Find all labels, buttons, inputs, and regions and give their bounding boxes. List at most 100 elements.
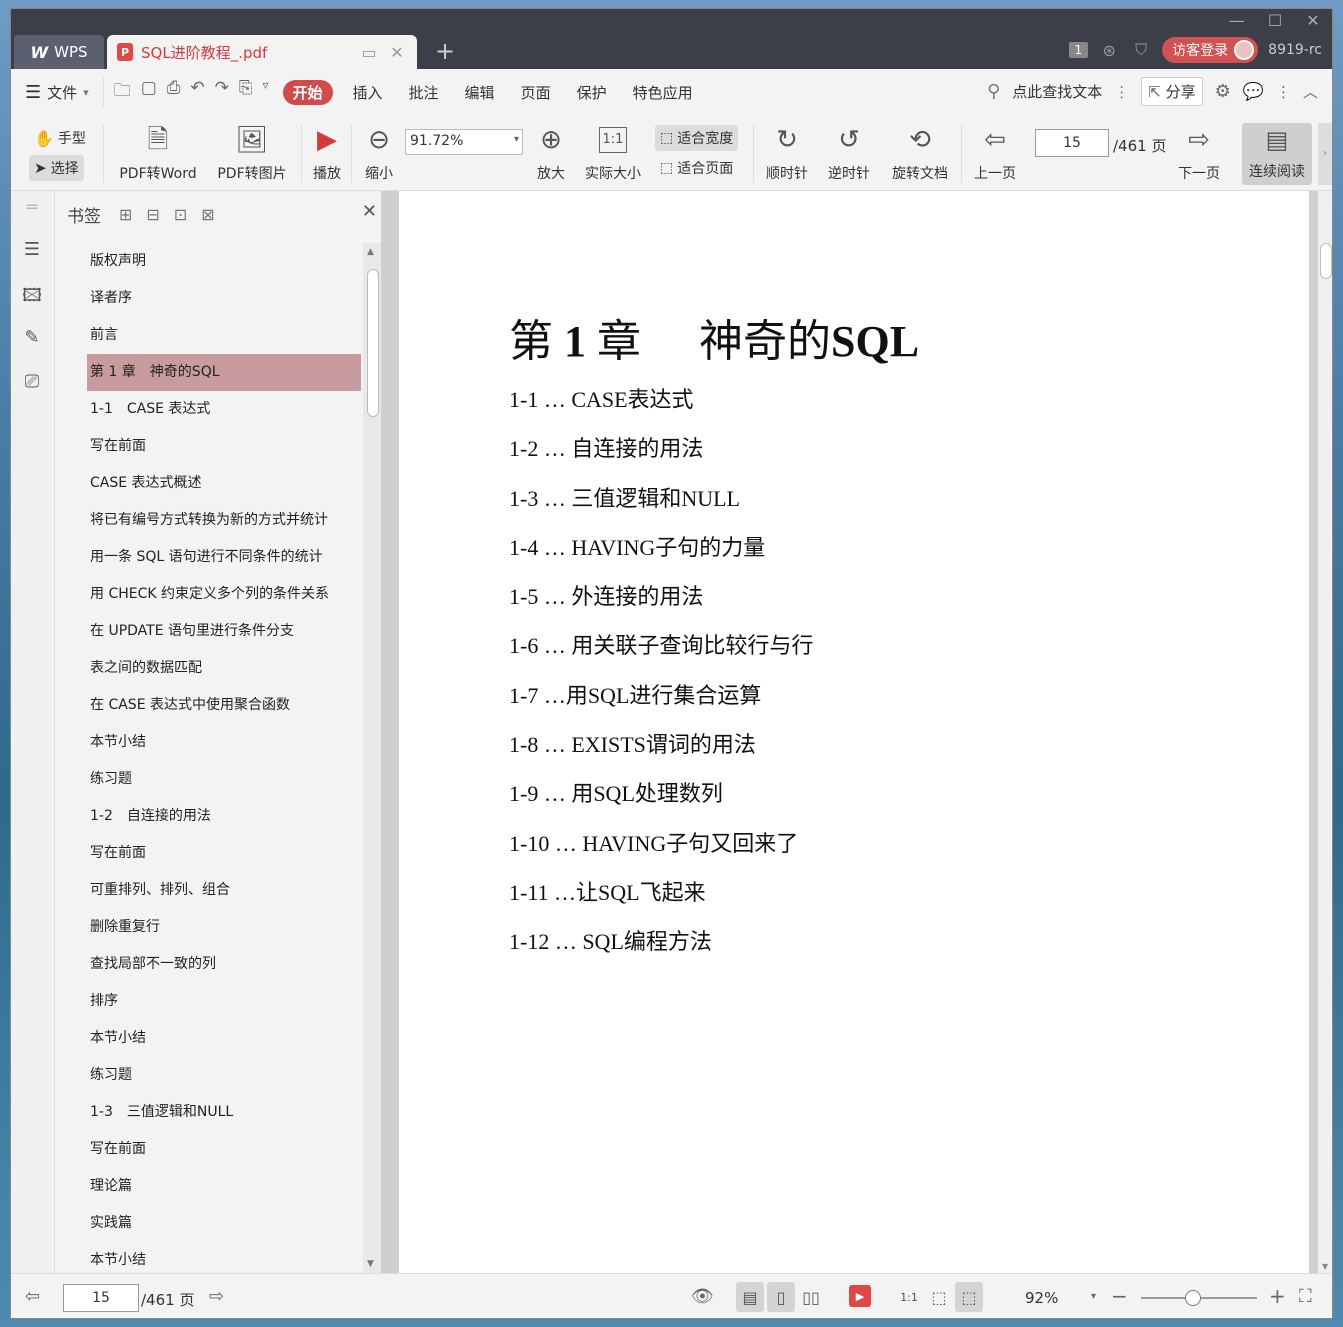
- status-next-page-icon[interactable]: ⇨: [209, 1286, 224, 1307]
- bookmark-item[interactable]: 可重排列、排列、组合: [87, 872, 361, 909]
- select-tool-button[interactable]: ➤ 选择: [29, 155, 84, 181]
- rotate-document-button[interactable]: ⟲ 旋转文档: [885, 123, 955, 183]
- bookmark-item[interactable]: 排序: [87, 983, 361, 1020]
- toc-entry[interactable]: 1-6 … 用关联子查询比较行与行: [509, 631, 813, 680]
- bookmark-item[interactable]: 版权声明: [87, 243, 361, 280]
- bookmark-item[interactable]: 译者序: [87, 280, 361, 317]
- continuous-view-icon[interactable]: ▤: [736, 1282, 764, 1312]
- bookmark-item[interactable]: 练习题: [87, 1057, 361, 1094]
- scroll-up-icon[interactable]: ▲: [367, 247, 374, 257]
- document-scrollbar[interactable]: ▼: [1318, 191, 1332, 1273]
- toc-entry[interactable]: 1-8 … EXISTS谓词的用法: [509, 730, 813, 779]
- bookmark-scroll-thumb[interactable]: [367, 269, 379, 417]
- toc-entry[interactable]: 1-5 … 外连接的用法: [509, 582, 813, 631]
- bookmark-item[interactable]: 将已有编号方式转换为新的方式并统计: [87, 502, 361, 539]
- add-bookmark-icon[interactable]: ⊡: [174, 205, 187, 224]
- search-icon[interactable]: ⚲: [987, 81, 1000, 102]
- next-page-button[interactable]: ⇨ 下一页: [1173, 123, 1225, 183]
- toolbar-expand-chevron-icon[interactable]: ›: [1318, 123, 1332, 185]
- skin-shirt-icon[interactable]: ⛉: [1130, 40, 1152, 60]
- actual-size-button[interactable]: 1:1 实际大小: [581, 123, 645, 183]
- bookmark-item[interactable]: 表之间的数据匹配: [87, 650, 361, 687]
- zoom-input[interactable]: 91.72% ▾: [405, 129, 523, 155]
- more-dropdown-icon[interactable]: ▿: [262, 78, 268, 107]
- more-vertical-icon[interactable]: ⋮: [1114, 83, 1129, 101]
- bookmark-item[interactable]: 练习题: [87, 761, 361, 798]
- bookmark-item[interactable]: 写在前面: [87, 835, 361, 872]
- expand-all-icon[interactable]: ⊞: [119, 205, 132, 224]
- maximize-icon[interactable]: ☐: [1264, 11, 1286, 30]
- gear-icon[interactable]: ⚙: [1215, 81, 1231, 102]
- zoom-in-button[interactable]: ⊕ 放大: [531, 123, 571, 183]
- status-zoom-value[interactable]: 92%: [1025, 1289, 1058, 1307]
- zoom-slider-knob[interactable]: [1185, 1290, 1202, 1306]
- comment-icon[interactable]: 💬: [1243, 82, 1264, 102]
- toc-entry[interactable]: 1-3 … 三值逻辑和NULL: [509, 484, 813, 533]
- toc-entry[interactable]: 1-4 … HAVING子句的力量: [509, 533, 813, 582]
- toc-entry[interactable]: 1-7 …用SQL进行集合运算: [509, 681, 813, 730]
- bookmark-item[interactable]: 1-1 CASE 表达式: [87, 391, 361, 428]
- menu-page[interactable]: 页面: [521, 82, 551, 103]
- bookmark-item[interactable]: 理论篇: [87, 1168, 361, 1205]
- status-zoom-out-icon[interactable]: −: [1111, 1284, 1128, 1308]
- menu-home[interactable]: 开始: [282, 79, 333, 105]
- bookmark-item[interactable]: 1-2 自连接的用法: [87, 798, 361, 835]
- fit-width-view-icon[interactable]: ⬚: [955, 1282, 983, 1312]
- bookmark-item[interactable]: 在 UPDATE 语句里进行条件分支: [87, 613, 361, 650]
- doc-scroll-down-icon[interactable]: ▼: [1322, 1262, 1328, 1271]
- status-prev-page-icon[interactable]: ⇦: [25, 1286, 40, 1307]
- toc-entry[interactable]: 1-2 … 自连接的用法: [509, 434, 813, 483]
- prev-page-button[interactable]: ⇦ 上一页: [969, 123, 1021, 183]
- bookmark-item[interactable]: 本节小结: [87, 724, 361, 761]
- actual-size-view-icon[interactable]: 1:1: [895, 1282, 923, 1312]
- bookmark-settings-icon[interactable]: ⊠: [201, 205, 214, 224]
- slideshow-play-icon[interactable]: ▶: [849, 1285, 871, 1307]
- more-options-icon[interactable]: ⋮: [1276, 83, 1291, 101]
- thumbnail-image-icon[interactable]: 🖾: [21, 283, 43, 306]
- fit-page-button[interactable]: ⬚ 适合页面: [655, 155, 738, 181]
- collapse-ribbon-icon[interactable]: ︿: [1303, 81, 1318, 102]
- save-icon[interactable]: ▢: [141, 78, 157, 107]
- bookmark-item[interactable]: 本节小结: [87, 1242, 361, 1273]
- undo-icon[interactable]: ↶: [190, 78, 204, 107]
- bookmark-item[interactable]: 第 1 章 神奇的SQL: [87, 354, 361, 391]
- zoom-slider[interactable]: [1141, 1290, 1257, 1306]
- bookmark-item[interactable]: 查找局部不一致的列: [87, 946, 361, 983]
- new-tab-plus-icon[interactable]: +: [435, 39, 455, 63]
- close-window-icon[interactable]: ✕: [1302, 11, 1324, 30]
- monitor-icon[interactable]: ▭: [359, 43, 379, 62]
- close-panel-icon[interactable]: ✕: [362, 201, 377, 222]
- fit-page-view-icon[interactable]: ⬚: [925, 1282, 953, 1312]
- annotation-pen-icon[interactable]: ✎: [21, 327, 43, 349]
- bookmark-item[interactable]: 用一条 SQL 语句进行不同条件的统计: [87, 539, 361, 576]
- zoom-dropdown-icon[interactable]: ▾: [514, 134, 519, 145]
- bookmark-item[interactable]: 用 CHECK 约束定义多个列的条件关系: [87, 576, 361, 613]
- scroll-down-icon[interactable]: ▼: [367, 1259, 374, 1269]
- rotate-clockwise-button[interactable]: ↻ 顺时针: [759, 123, 815, 183]
- redo-icon[interactable]: ↷: [215, 78, 229, 107]
- wps-home-tab[interactable]: W WPS: [14, 35, 104, 69]
- bookmark-scrollbar[interactable]: ▲ ▼: [363, 243, 381, 1273]
- zoom-out-button[interactable]: ⊖ 缩小: [359, 123, 399, 183]
- status-zoom-in-icon[interactable]: +: [1269, 1284, 1286, 1308]
- two-page-view-icon[interactable]: ▯▯: [797, 1282, 825, 1312]
- search-document-icon[interactable]: ⎚: [21, 371, 43, 393]
- window-count-badge[interactable]: 1: [1068, 42, 1089, 58]
- file-menu[interactable]: ☰ 文件 ▾: [25, 82, 89, 103]
- bookmark-item[interactable]: 前言: [87, 317, 361, 354]
- bookmark-item[interactable]: 本节小结: [87, 1020, 361, 1057]
- menu-protect[interactable]: 保护: [577, 82, 607, 103]
- eye-protection-icon[interactable]: 👁: [691, 1286, 714, 1307]
- menu-special-apps[interactable]: 特色应用: [633, 82, 693, 103]
- bookmark-item[interactable]: 删除重复行: [87, 909, 361, 946]
- document-tab[interactable]: P SQL进阶教程_.pdf ▭ ✕: [107, 35, 417, 69]
- bookmark-item[interactable]: CASE 表达式概述: [87, 465, 361, 502]
- zoom-dropdown-icon[interactable]: ▾: [1091, 1291, 1096, 1302]
- guest-login-button[interactable]: 访客登录: [1162, 37, 1259, 63]
- fit-width-button[interactable]: ⬚ 适合宽度: [655, 125, 739, 151]
- page-number-input[interactable]: 15: [1035, 129, 1109, 157]
- status-page-input[interactable]: 15: [63, 1284, 139, 1312]
- continuous-read-button[interactable]: ▤ 连续阅读: [1242, 123, 1312, 185]
- find-text-button[interactable]: 点此查找文本: [1012, 81, 1102, 102]
- bookmark-item[interactable]: 在 CASE 表达式中使用聚合函数: [87, 687, 361, 724]
